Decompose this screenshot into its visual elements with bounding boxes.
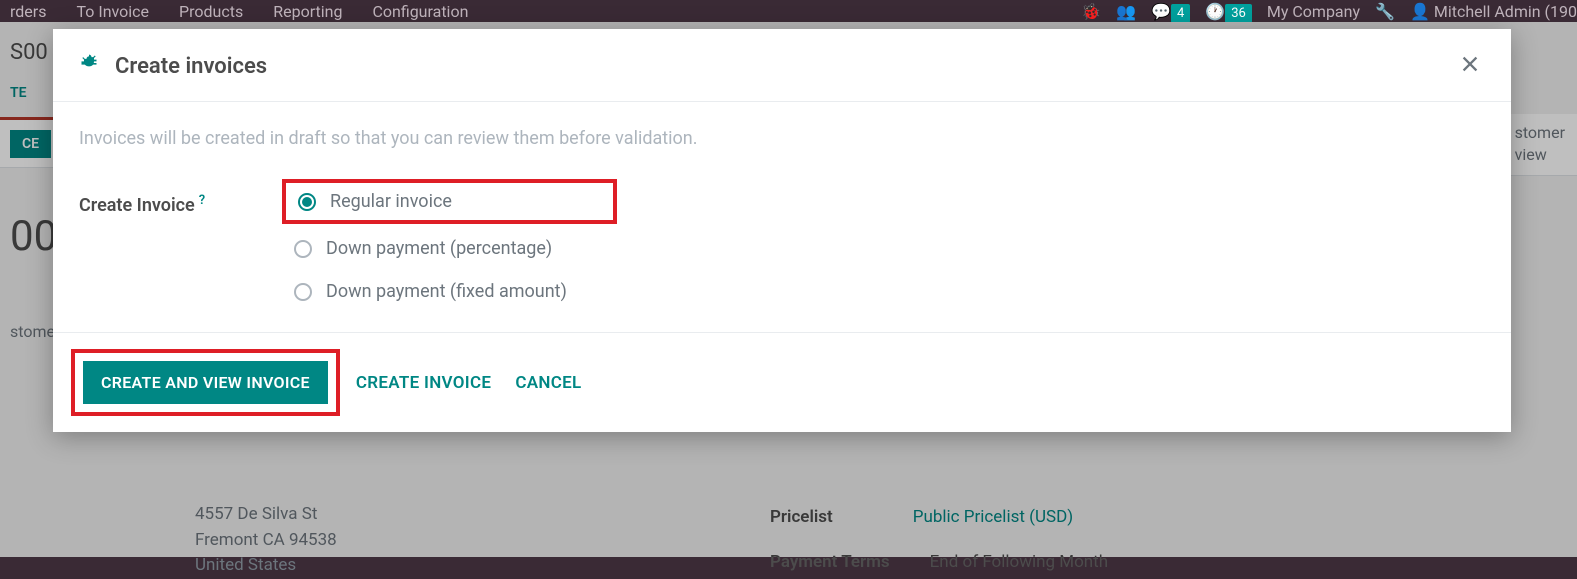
highlight-regular-invoice: Regular invoice [282,179,617,224]
help-icon[interactable]: ? [199,193,205,208]
create-and-view-invoice-button[interactable]: CREATE AND VIEW INVOICE [83,361,328,404]
activities-badge: 36 [1225,4,1252,23]
modal-footer: CREATE AND VIEW INVOICE CREATE INVOICE C… [53,332,1511,432]
radio-down-payment-fixed[interactable]: Down payment (fixed amount) [294,281,567,302]
info-text: Invoices will be created in draft so tha… [79,128,1485,149]
radio-circle [294,240,312,258]
modal-title: Create invoices [115,54,1455,79]
menu-products[interactable]: Products [179,2,243,21]
radio-label-percentage: Down payment (percentage) [326,238,552,259]
user-name: Mitchell Admin (190 [1434,2,1577,21]
radio-regular-invoice[interactable]: Regular invoice [298,191,563,212]
company-name[interactable]: My Company [1267,2,1360,21]
bug-icon[interactable]: 🐞 [1081,2,1101,21]
chat-icon[interactable]: 💬4 [1151,2,1190,21]
menu-reporting[interactable]: Reporting [273,2,342,21]
cancel-button[interactable]: CANCEL [515,373,581,393]
radio-label-fixed: Down payment (fixed amount) [326,281,567,302]
radio-dot [302,197,312,207]
wrench-icon[interactable]: 🔧 [1375,2,1395,21]
create-invoice-row: Create Invoice? Regular invoice Down pay… [79,187,1485,302]
create-invoice-label: Create Invoice? [79,187,294,216]
create-invoice-button[interactable]: CREATE INVOICE [356,373,491,393]
app-topbar: rders To Invoice Products Reporting Conf… [0,0,1577,22]
radio-down-payment-percentage[interactable]: Down payment (percentage) [294,238,567,259]
menu-to-invoice[interactable]: To Invoice [76,2,149,21]
clock-icon[interactable]: 🕐36 [1205,2,1252,21]
bug-icon[interactable] [79,53,99,79]
radio-circle-selected [298,193,316,211]
menu-orders[interactable]: rders [10,2,46,21]
create-invoices-modal: Create invoices Invoices will be created… [53,29,1511,432]
modal-header: Create invoices [53,29,1511,102]
modal-body: Invoices will be created in draft so tha… [53,102,1511,332]
radio-circle [294,283,312,301]
menu-configuration[interactable]: Configuration [372,2,468,21]
radio-label-regular: Regular invoice [330,191,452,212]
close-button[interactable] [1455,49,1485,83]
invoice-type-radio-group: Regular invoice Down payment (percentage… [294,187,567,302]
highlight-create-and-view: CREATE AND VIEW INVOICE [71,349,340,416]
user-avatar[interactable]: 👤 Mitchell Admin (190 [1410,2,1577,21]
group-icon[interactable]: 👥 [1116,2,1136,21]
chat-badge: 4 [1171,4,1190,23]
